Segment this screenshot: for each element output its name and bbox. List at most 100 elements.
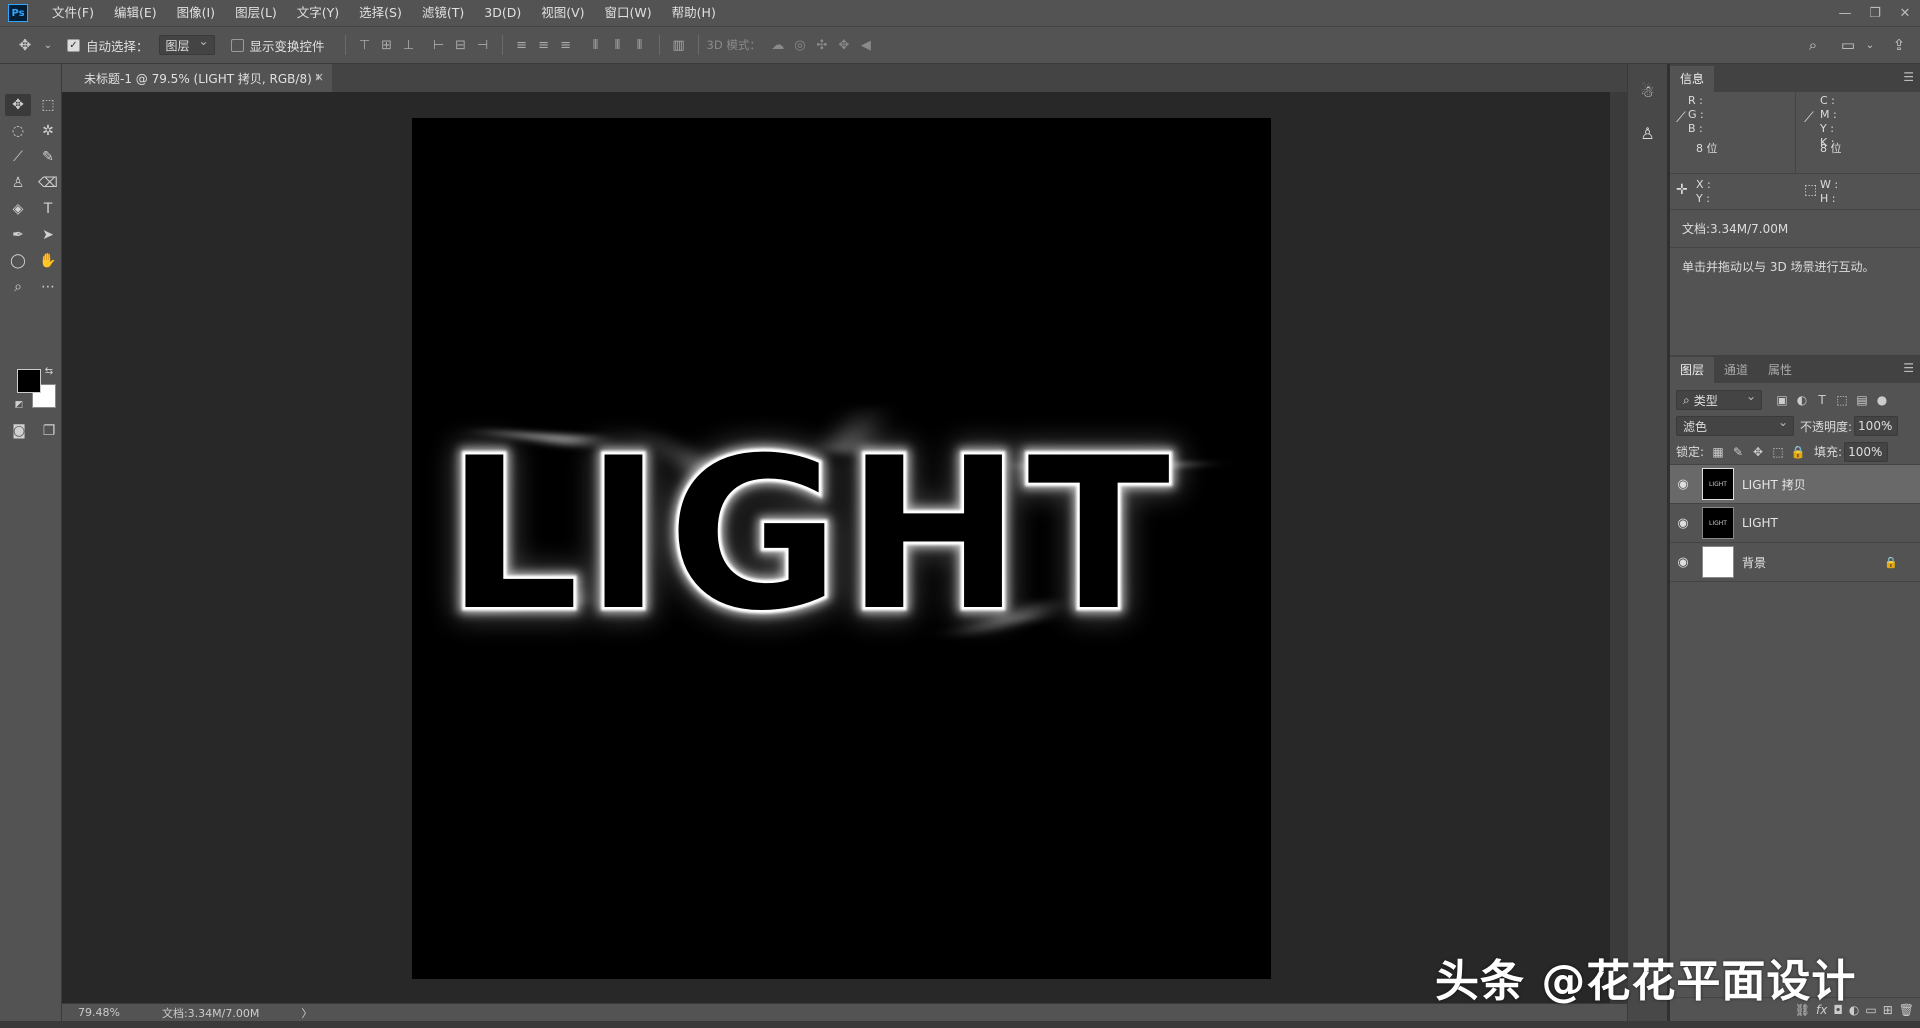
eye-icon[interactable]: ◉ bbox=[1670, 477, 1696, 492]
filter-pixel-icon[interactable]: ▣ bbox=[1772, 390, 1792, 410]
paint-bucket-tool-icon[interactable]: ◈ bbox=[5, 198, 31, 220]
distribute-left-icon[interactable]: ⦀ bbox=[585, 34, 607, 56]
hand-tool-icon[interactable]: ✋ bbox=[35, 250, 61, 272]
layer-filter-dropdown[interactable]: ⌕ 类型 bbox=[1676, 389, 1762, 410]
auto-select-checkbox[interactable]: ✓ bbox=[67, 38, 80, 52]
search-icon[interactable]: ⌕ bbox=[1802, 34, 1824, 56]
lock-all-icon[interactable]: 🔒 bbox=[1788, 442, 1808, 462]
workspace-chevron-icon[interactable]: ⌄ bbox=[1865, 34, 1875, 56]
menu-item[interactable]: 文件(F) bbox=[42, 0, 104, 26]
document-tab[interactable]: 未标题-1 @ 79.5% (LIGHT 拷贝, RGB/8) * × bbox=[62, 64, 332, 92]
blend-mode-dropdown[interactable]: 滤色 bbox=[1676, 415, 1794, 436]
zoom-level[interactable]: 79.48% bbox=[78, 1006, 120, 1019]
menu-item[interactable]: 图像(I) bbox=[167, 0, 225, 26]
lock-position-icon[interactable]: ✥ bbox=[1748, 442, 1768, 462]
stamp-tool-icon[interactable]: ♙ bbox=[5, 172, 31, 194]
distribute-vcenter-icon[interactable]: ≡ bbox=[533, 34, 555, 56]
align-hcenter-icon[interactable]: ⊟ bbox=[450, 34, 472, 56]
new-group-icon[interactable]: ▭ bbox=[1865, 1003, 1876, 1017]
distribute-bottom-icon[interactable]: ≡ bbox=[555, 34, 577, 56]
clone-source-icon[interactable]: ♙ bbox=[1633, 118, 1663, 148]
show-transform-checkbox[interactable] bbox=[230, 38, 244, 52]
tab-info[interactable]: 信息 bbox=[1670, 66, 1715, 92]
restore-icon[interactable]: ❐ bbox=[1860, 0, 1890, 26]
swap-colors-icon[interactable]: ⇆ bbox=[42, 364, 56, 378]
menu-item[interactable]: 视图(V) bbox=[531, 0, 594, 26]
menu-item[interactable]: 窗口(W) bbox=[595, 0, 662, 26]
lock-artboard-icon[interactable]: ⬚ bbox=[1768, 442, 1788, 462]
panel-menu-icon[interactable]: ☰ bbox=[1903, 361, 1914, 375]
pen-tool-icon[interactable]: ✒ bbox=[5, 224, 31, 246]
distribute-right-icon[interactable]: ⦀ bbox=[629, 34, 651, 56]
auto-align-icon[interactable]: ▥ bbox=[668, 34, 690, 56]
panel-menu-icon[interactable]: ☰ bbox=[1903, 70, 1914, 84]
lock-pixels-icon[interactable]: ✎ bbox=[1728, 442, 1748, 462]
vertical-scrollbar[interactable] bbox=[1610, 92, 1627, 1003]
layer-row[interactable]: ◉ LIGHT LIGHT 拷贝 bbox=[1670, 465, 1920, 504]
status-arrow-icon[interactable]: 〉 bbox=[301, 1005, 312, 1021]
3d-roll-icon[interactable]: ◎ bbox=[789, 34, 811, 56]
tool-preset-chevron-icon[interactable]: ⌄ bbox=[42, 34, 54, 56]
menu-item[interactable]: 编辑(E) bbox=[104, 0, 167, 26]
distribute-hcenter-icon[interactable]: ⦀ bbox=[607, 34, 629, 56]
align-top-icon[interactable]: ⊤ bbox=[354, 34, 376, 56]
menu-item[interactable]: 选择(S) bbox=[349, 0, 412, 26]
menu-item[interactable]: 3D(D) bbox=[474, 0, 531, 26]
move-tool-icon[interactable]: ✥ bbox=[14, 34, 36, 56]
align-left-icon[interactable]: ⊢ bbox=[428, 34, 450, 56]
marquee-tool-icon[interactable]: ⬚ bbox=[35, 94, 61, 116]
delete-layer-icon[interactable]: 🗑 bbox=[1899, 1003, 1914, 1017]
filter-type-icon[interactable]: T bbox=[1812, 390, 1832, 410]
opacity-field[interactable]: 100% bbox=[1854, 415, 1899, 436]
foreground-color-swatch[interactable] bbox=[17, 369, 41, 393]
filter-smart-object-icon[interactable]: ▤ bbox=[1852, 390, 1872, 410]
filter-adjustment-icon[interactable]: ◐ bbox=[1792, 390, 1812, 410]
3d-orbit-icon[interactable]: ☁ bbox=[767, 34, 789, 56]
ellipse-tool-icon[interactable]: ◯ bbox=[5, 250, 31, 272]
share-icon[interactable]: ⇪ bbox=[1888, 34, 1910, 56]
eyedropper-tool-icon[interactable]: ⟋ bbox=[5, 146, 31, 168]
more-tools-icon[interactable]: ⋯ bbox=[35, 276, 61, 298]
workspace-icon[interactable]: ▭ bbox=[1837, 34, 1859, 56]
close-document-icon[interactable]: × bbox=[314, 70, 324, 84]
tab-layers[interactable]: 图层 bbox=[1670, 357, 1715, 383]
quick-mask-icon[interactable]: ◙ bbox=[6, 420, 32, 442]
lasso-tool-icon[interactable]: ◌ bbox=[5, 120, 31, 142]
filter-shape-icon[interactable]: ⬚ bbox=[1832, 390, 1852, 410]
auto-select-dropdown[interactable]: 图层 bbox=[158, 34, 215, 55]
close-window-icon[interactable]: ✕ bbox=[1890, 0, 1920, 26]
eye-icon[interactable]: ◉ bbox=[1670, 516, 1696, 531]
3d-slide-icon[interactable]: ✥ bbox=[833, 34, 855, 56]
path-select-tool-icon[interactable]: ➤ bbox=[35, 224, 61, 246]
new-layer-icon[interactable]: ⊞ bbox=[1883, 1003, 1893, 1017]
screen-mode-icon[interactable]: ❐ bbox=[36, 420, 62, 442]
eraser-tool-icon[interactable]: ⌫ bbox=[35, 172, 61, 194]
align-vcenter-icon[interactable]: ⊞ bbox=[376, 34, 398, 56]
eye-icon[interactable]: ◉ bbox=[1670, 555, 1696, 570]
fill-field[interactable]: 100% bbox=[1844, 441, 1889, 462]
move-tool-icon[interactable]: ✥ bbox=[5, 94, 31, 116]
3d-pan-icon[interactable]: ✣ bbox=[811, 34, 833, 56]
default-colors-icon[interactable]: ◩ bbox=[12, 398, 26, 412]
tab-channels[interactable]: 通道 bbox=[1714, 357, 1758, 383]
3d-panel-icon[interactable]: ☃ bbox=[1633, 76, 1663, 106]
filter-toggle-icon[interactable]: ● bbox=[1872, 390, 1892, 410]
lock-transparency-icon[interactable]: ▦ bbox=[1708, 442, 1728, 462]
magic-wand-tool-icon[interactable]: ✲ bbox=[35, 120, 61, 142]
zoom-tool-icon[interactable]: ⌕ bbox=[5, 276, 31, 298]
menu-item[interactable]: 帮助(H) bbox=[662, 0, 726, 26]
menu-item[interactable]: 文字(Y) bbox=[287, 0, 349, 26]
layer-row[interactable]: ◉ 背景 🔒 bbox=[1670, 543, 1920, 582]
tab-properties[interactable]: 属性 bbox=[1758, 357, 1802, 383]
align-right-icon[interactable]: ⊣ bbox=[472, 34, 494, 56]
minimize-icon[interactable]: — bbox=[1830, 0, 1860, 26]
3d-camera-icon[interactable]: ◀ bbox=[855, 34, 877, 56]
distribute-top-icon[interactable]: ≡ bbox=[511, 34, 533, 56]
menu-item[interactable]: 图层(L) bbox=[225, 0, 287, 26]
brush-tool-icon[interactable]: ✎ bbox=[35, 146, 61, 168]
layer-row[interactable]: ◉ LIGHT LIGHT bbox=[1670, 504, 1920, 543]
align-bottom-icon[interactable]: ⊥ bbox=[398, 34, 420, 56]
menu-item[interactable]: 滤镜(T) bbox=[412, 0, 474, 26]
document-canvas[interactable]: LIGHT LIGHT LIGHT LIGHT bbox=[412, 118, 1271, 979]
type-tool-icon[interactable]: T bbox=[35, 198, 61, 220]
